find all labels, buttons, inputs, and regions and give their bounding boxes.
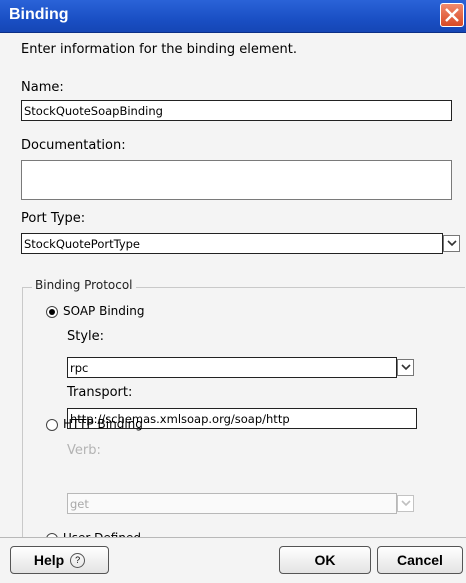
- port-type-select[interactable]: StockQuotePortType: [21, 233, 443, 254]
- radio-selected-dot: [49, 309, 55, 315]
- http-binding-label[interactable]: HTTP Binding: [63, 417, 143, 431]
- style-label: Style:: [67, 329, 105, 344]
- documentation-label: Documentation:: [21, 138, 126, 153]
- verb-label: Verb:: [67, 443, 101, 458]
- chevron-down-icon: [401, 500, 411, 507]
- soap-binding-label[interactable]: SOAP Binding: [63, 304, 144, 318]
- help-button-label: Help: [33, 552, 65, 568]
- soap-binding-radio[interactable]: [46, 306, 58, 318]
- dialog-footer: Help ? OK Cancel: [0, 537, 466, 583]
- verb-dropdown-button[interactable]: [397, 495, 414, 512]
- close-button[interactable]: [440, 3, 464, 27]
- http-binding-radio[interactable]: [46, 419, 58, 431]
- binding-protocol-title: Binding Protocol: [32, 278, 136, 292]
- help-button[interactable]: Help ?: [10, 546, 109, 574]
- ok-button-label: OK: [314, 552, 336, 568]
- name-label: Name:: [21, 80, 64, 95]
- intro-text: Enter information for the binding elemen…: [21, 42, 297, 57]
- transport-label: Transport:: [67, 385, 133, 400]
- style-select[interactable]: rpc: [67, 357, 397, 378]
- window-title: Binding: [9, 6, 69, 23]
- question-circle-icon: ?: [70, 552, 86, 568]
- chevron-down-icon: [447, 240, 457, 247]
- name-input[interactable]: StockQuoteSoapBinding: [21, 100, 452, 121]
- cancel-button-label: Cancel: [397, 552, 443, 568]
- port-type-label: Port Type:: [21, 211, 86, 226]
- documentation-textarea[interactable]: [21, 160, 452, 200]
- verb-select[interactable]: get: [67, 493, 397, 514]
- port-type-dropdown-button[interactable]: [443, 235, 460, 252]
- title-bar: Binding: [0, 0, 466, 33]
- cancel-button[interactable]: Cancel: [377, 546, 463, 574]
- ok-button[interactable]: OK: [279, 546, 371, 574]
- style-dropdown-button[interactable]: [397, 359, 414, 376]
- chevron-down-icon: [401, 364, 411, 371]
- close-icon: [445, 8, 459, 22]
